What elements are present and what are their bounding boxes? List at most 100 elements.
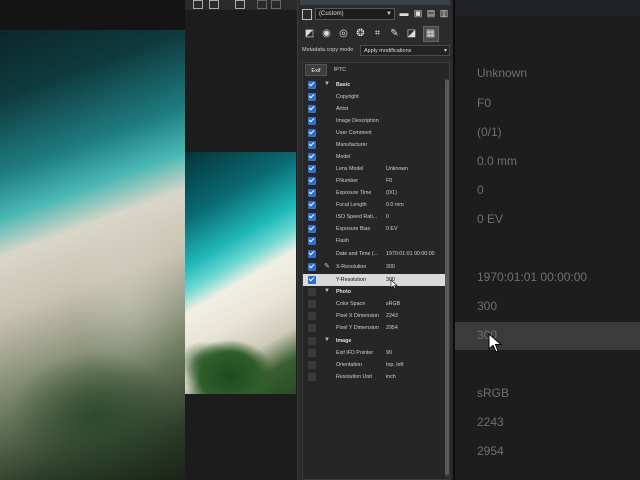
row-value[interactable]: sRGB: [386, 298, 400, 310]
expand-triangle-icon[interactable]: ▼: [324, 288, 330, 294]
row-value[interactable]: inch: [386, 371, 396, 383]
row-checkbox[interactable]: [308, 81, 316, 89]
zoom-value: 0.0 mm: [477, 154, 518, 168]
metadata-row[interactable]: Model: [303, 151, 445, 163]
adjust-tool-icon[interactable]: ◩: [304, 28, 315, 39]
metadata-row[interactable]: ✎ X-Resolution 300: [303, 261, 445, 273]
metadata-row[interactable]: Image Description: [303, 115, 445, 127]
row-checkbox[interactable]: [308, 93, 316, 101]
metadata-row[interactable]: Color Space sRGB: [303, 298, 445, 310]
save-icon[interactable]: ▣: [413, 8, 423, 19]
row-checkbox[interactable]: [308, 117, 316, 125]
expand-triangle-icon[interactable]: ▼: [324, 81, 330, 87]
mosaic-tool-icon[interactable]: ◪: [406, 28, 417, 39]
crop-tool-icon[interactable]: [209, 0, 219, 9]
export-icon[interactable]: ▤: [426, 8, 436, 19]
color-swatch-icon[interactable]: [271, 0, 281, 9]
row-checkbox[interactable]: [308, 105, 316, 113]
chevron-down-icon: ▼: [386, 11, 392, 17]
metadata-row[interactable]: Exif IFD Pointer 90: [303, 347, 445, 359]
row-checkbox[interactable]: [308, 141, 316, 149]
row-checkbox[interactable]: [308, 263, 316, 271]
effects-tool-icon[interactable]: ❂: [355, 28, 366, 39]
metadata-row[interactable]: Orientation top, left: [303, 359, 445, 371]
row-checkbox[interactable]: [308, 312, 316, 320]
metadata-row[interactable]: Exposure Time (0/1): [303, 187, 445, 199]
row-checkbox[interactable]: [308, 237, 316, 245]
row-checkbox[interactable]: [308, 250, 316, 258]
metadata-row[interactable]: Manufacturer: [303, 139, 445, 151]
scrollbar-thumb[interactable]: [445, 80, 449, 475]
row-checkbox[interactable]: [308, 225, 316, 233]
row-label: Color Space: [336, 301, 366, 307]
delete-icon[interactable]: ▥: [439, 8, 449, 19]
preset-list-icon[interactable]: [302, 9, 312, 20]
row-checkbox[interactable]: [308, 337, 316, 345]
row-value[interactable]: Unknown: [386, 163, 408, 175]
expand-triangle-icon[interactable]: ▼: [324, 337, 330, 343]
row-value[interactable]: F0: [386, 175, 392, 187]
row-checkbox[interactable]: [308, 213, 316, 221]
row-value[interactable]: 0 EV: [386, 223, 397, 235]
metadata-tool-icon[interactable]: ▦: [425, 28, 436, 39]
row-checkbox[interactable]: [308, 349, 316, 357]
color-tool-icon[interactable]: ◎: [338, 28, 349, 39]
mouse-cursor-icon: [488, 333, 502, 353]
row-checkbox[interactable]: [308, 324, 316, 332]
row-label: Exposure Bias: [336, 226, 371, 232]
row-value[interactable]: 1970:01:01 00:00:00: [386, 248, 435, 260]
row-checkbox[interactable]: [308, 201, 316, 209]
metadata-row[interactable]: Resolution Unit inch: [303, 371, 445, 383]
metadata-row[interactable]: Copyright: [303, 91, 445, 103]
metadata-row[interactable]: Exposure Bias 0 EV: [303, 223, 445, 235]
pen-tool-icon[interactable]: [193, 0, 203, 9]
group-row[interactable]: ▼ Photo: [303, 286, 445, 298]
row-value[interactable]: 300: [386, 261, 395, 273]
metadata-row[interactable]: Focal Length 0.0 mm: [303, 199, 445, 211]
metadata-row[interactable]: Artist: [303, 103, 445, 115]
row-checkbox[interactable]: [308, 361, 316, 369]
metadata-row[interactable]: Pixel X Dimension 2243: [303, 310, 445, 322]
metadata-row[interactable]: User Comment: [303, 127, 445, 139]
metadata-row[interactable]: Date and Time (... 1970:01:01 00:00:00: [303, 248, 445, 260]
folder-icon[interactable]: ▬: [399, 8, 409, 19]
tab-iptc[interactable]: IPTC: [329, 64, 351, 76]
row-checkbox[interactable]: [308, 276, 316, 284]
row-checkbox[interactable]: [308, 373, 316, 381]
group-row[interactable]: ▼ Basic: [303, 79, 445, 91]
row-checkbox[interactable]: [308, 177, 316, 185]
retouch-tool-icon[interactable]: ✎: [389, 28, 400, 39]
metadata-copy-mode-dropdown[interactable]: Apply modifications ▾: [360, 45, 450, 56]
row-checkbox[interactable]: [308, 165, 316, 173]
row-value[interactable]: (0/1): [386, 187, 397, 199]
row-checkbox[interactable]: [308, 300, 316, 308]
row-label: User Comment: [336, 130, 372, 136]
row-value[interactable]: top, left: [386, 359, 403, 371]
row-value[interactable]: 2954: [386, 322, 398, 334]
circle-tool-icon[interactable]: ◉: [321, 28, 332, 39]
tab-exif[interactable]: Exif: [305, 64, 327, 76]
metadata-row[interactable]: Pixel Y Dimension 2954: [303, 322, 445, 334]
grid-view-icon[interactable]: [235, 0, 245, 9]
row-checkbox[interactable]: [308, 129, 316, 137]
preset-dropdown[interactable]: (Custom) ▼: [315, 8, 395, 20]
mouse-cursor-icon: [390, 279, 398, 290]
row-checkbox[interactable]: [308, 153, 316, 161]
metadata-row[interactable]: Y-Resolution 300: [303, 274, 445, 286]
group-row[interactable]: ▼ Image: [303, 335, 445, 347]
metadata-row[interactable]: Lens Model Unknown: [303, 163, 445, 175]
panel-title-bar: [300, 0, 450, 5]
row-value[interactable]: 0: [386, 211, 389, 223]
zoom-value: sRGB: [477, 386, 510, 400]
metadata-row[interactable]: Flash: [303, 235, 445, 247]
row-checkbox[interactable]: [308, 288, 316, 296]
row-value[interactable]: 90: [386, 347, 392, 359]
metadata-row[interactable]: FNumber F0: [303, 175, 445, 187]
row-checkbox[interactable]: [308, 189, 316, 197]
color-swatch-icon[interactable]: [257, 0, 267, 9]
row-value[interactable]: 0.0 mm: [386, 199, 404, 211]
image-thumbnail[interactable]: [185, 152, 296, 394]
row-value[interactable]: 2243: [386, 310, 398, 322]
crop-tool-icon[interactable]: ⌗: [372, 28, 383, 39]
metadata-row[interactable]: ISO Speed Rati... 0: [303, 211, 445, 223]
